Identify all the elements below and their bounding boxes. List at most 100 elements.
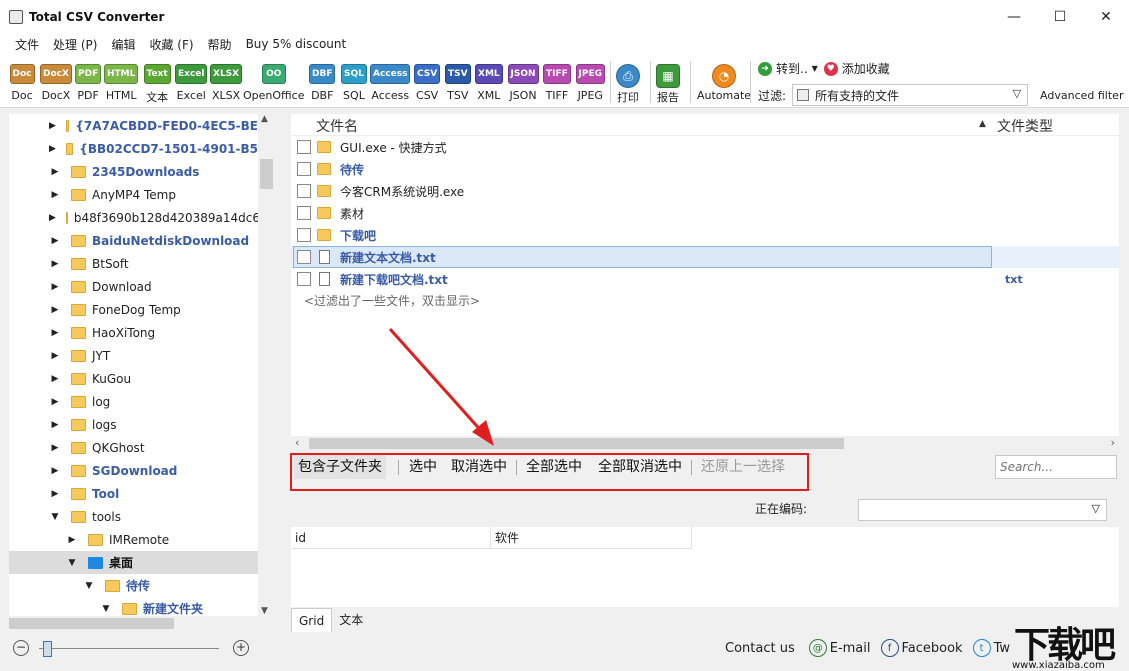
tree-item[interactable]: ▶ Tool <box>9 482 258 505</box>
tree-item[interactable]: ▶ BtSoft <box>9 252 258 275</box>
file-row[interactable]: 新建文本文档.txttxt <box>291 246 1119 268</box>
add-favorite-button[interactable]: 添加收藏 <box>842 60 890 77</box>
expanded-arrow-icon[interactable]: ▼ <box>83 581 95 591</box>
tree-item[interactable]: ▶ 2345Downloads <box>9 160 258 183</box>
menu-process[interactable]: 处理 (P) <box>46 36 104 53</box>
collapsed-arrow-icon[interactable]: ▶ <box>49 259 61 269</box>
file-row[interactable]: 待传 <box>291 158 1119 180</box>
scroll-down-icon[interactable]: ▼ <box>261 606 268 616</box>
tab-text[interactable]: 文本 <box>332 608 370 632</box>
file-checkbox[interactable] <box>297 250 311 264</box>
tree-item[interactable]: ▶ AnyMP4 Temp <box>9 183 258 206</box>
zoom-track[interactable] <box>39 648 219 649</box>
tree-item[interactable]: ▶ Download <box>9 275 258 298</box>
tree-item[interactable]: ▶ QKGhost <box>9 436 258 459</box>
collapsed-arrow-icon[interactable]: ▶ <box>49 374 61 384</box>
collapsed-arrow-icon[interactable]: ▶ <box>49 190 61 200</box>
file-list-horizontal-scrollbar[interactable]: ‹ › <box>291 436 1119 451</box>
maximize-button[interactable]: ☐ <box>1037 0 1083 33</box>
collapsed-arrow-icon[interactable]: ▶ <box>49 121 56 131</box>
advanced-filter-button[interactable]: Advanced filter <box>1040 89 1123 102</box>
menu-edit[interactable]: 编辑 <box>104 36 142 53</box>
filter-select[interactable]: 所有支持的文件 ▽ <box>792 84 1029 106</box>
file-checkbox[interactable] <box>297 206 311 220</box>
collapsed-arrow-icon[interactable]: ▶ <box>49 351 61 361</box>
tree-item[interactable]: ▶ SGDownload <box>9 459 258 482</box>
file-row[interactable]: GUI.exe - 快捷方式 <box>291 136 1119 158</box>
tab-grid[interactable]: Grid <box>291 608 333 632</box>
tree-item[interactable]: ▶ {7A7ACBDD-FED0-4EC5-BE <box>9 114 258 137</box>
collapsed-arrow-icon[interactable]: ▶ <box>49 420 61 430</box>
report-button[interactable]: ▦ 报告 <box>656 64 680 105</box>
collapsed-arrow-icon[interactable]: ▶ <box>49 213 56 223</box>
file-row[interactable]: 新建下载吧文档.txt txt <box>291 268 1119 290</box>
automate-button[interactable]: ◔ Automate <box>697 64 751 102</box>
grid-header-id[interactable]: id <box>291 527 491 549</box>
tree-item[interactable]: ▶ b48f3690b128d420389a14dc6 <box>9 206 258 229</box>
expanded-arrow-icon[interactable]: ▼ <box>49 512 61 522</box>
convert-doc-button[interactable]: Doc Doc <box>9 64 35 102</box>
zoom-out-icon[interactable]: − <box>13 640 29 656</box>
minimize-button[interactable]: — <box>991 0 1037 33</box>
tree-vertical-scrollbar[interactable]: ▲ ▼ <box>258 114 275 616</box>
file-checkbox[interactable] <box>297 272 311 286</box>
dropdown-arrow-icon[interactable]: ▼ <box>812 64 818 73</box>
convert-openoffice-button[interactable]: OO OpenOffice <box>243 64 305 102</box>
tree-item[interactable]: ▶ {BB02CCD7-1501-4901-B5 <box>9 137 258 160</box>
collapsed-arrow-icon[interactable]: ▶ <box>49 397 61 407</box>
tree-item[interactable]: ▼ tools <box>9 505 258 528</box>
scroll-right-icon[interactable]: › <box>1111 436 1115 449</box>
scroll-thumb[interactable] <box>9 618 174 629</box>
file-checkbox[interactable] <box>297 140 311 154</box>
tree-horizontal-scrollbar[interactable] <box>9 616 275 631</box>
file-row[interactable]: 素材 <box>291 202 1119 224</box>
scroll-thumb[interactable] <box>260 159 273 189</box>
print-button[interactable]: ⎙ 打印 <box>616 64 640 105</box>
convert--button[interactable]: Text 文本 <box>143 64 171 105</box>
collapsed-arrow-icon[interactable]: ▶ <box>49 167 61 177</box>
tree-item[interactable]: ▶ FoneDog Temp <box>9 298 258 321</box>
menu-favorites[interactable]: 收藏 (F) <box>142 36 200 53</box>
collapsed-arrow-icon[interactable]: ▶ <box>49 305 61 315</box>
tree-item[interactable]: ▶ log <box>9 390 258 413</box>
collapsed-arrow-icon[interactable]: ▶ <box>66 535 78 545</box>
tree-item[interactable]: ▶ HaoXiTong <box>9 321 258 344</box>
collapsed-arrow-icon[interactable]: ▶ <box>49 489 61 499</box>
close-button[interactable]: ✕ <box>1083 0 1129 33</box>
convert-excel-button[interactable]: Excel Excel <box>175 64 208 102</box>
tree-item[interactable]: ▶ IMRemote <box>9 528 258 551</box>
convert-access-button[interactable]: Access Access <box>370 64 411 102</box>
convert-dbf-button[interactable]: DBF DBF <box>309 64 336 102</box>
convert-xml-button[interactable]: XML XML <box>475 64 503 102</box>
convert-sql-button[interactable]: SQL SQL <box>341 64 367 102</box>
file-checkbox[interactable] <box>297 184 311 198</box>
scroll-thumb[interactable] <box>309 438 844 449</box>
tree-item[interactable]: ▼ 新建文件夹 <box>9 597 258 616</box>
collapsed-arrow-icon[interactable]: ▶ <box>49 282 61 292</box>
convert-xlsx-button[interactable]: XLSX XLSX <box>210 64 243 102</box>
collapsed-arrow-icon[interactable]: ▶ <box>49 443 61 453</box>
expanded-arrow-icon[interactable]: ▼ <box>66 558 78 568</box>
zoom-in-icon[interactable]: + <box>233 640 249 656</box>
zoom-slider-handle[interactable] <box>43 641 52 657</box>
encoding-select[interactable]: ▽ <box>858 499 1107 521</box>
collapsed-arrow-icon[interactable]: ▶ <box>49 236 61 246</box>
facebook-link[interactable]: f Facebook <box>880 639 963 657</box>
convert-docx-button[interactable]: DocX DocX <box>40 64 72 102</box>
tree-item[interactable]: ▶ logs <box>9 413 258 436</box>
column-header-type[interactable]: 文件类型 <box>997 116 1053 136</box>
search-input[interactable] <box>995 455 1117 479</box>
tree-item[interactable]: ▶ JYT <box>9 344 258 367</box>
tree-item[interactable]: ▼ 待传 <box>9 574 258 597</box>
collapsed-arrow-icon[interactable]: ▶ <box>49 144 56 154</box>
hidden-files-note[interactable]: <过滤出了一些文件，双击显示> <box>304 292 480 309</box>
file-row[interactable]: 今客CRM系统说明.exe <box>291 180 1119 202</box>
collapsed-arrow-icon[interactable]: ▶ <box>49 466 61 476</box>
folder-tree[interactable]: ▶ {7A7ACBDD-FED0-4EC5-BE ▶ {BB02CCD7-1501-4… <box>9 114 258 616</box>
menu-buy-discount[interactable]: Buy 5% discount <box>239 37 354 51</box>
convert-jpeg-button[interactable]: JPEG JPEG <box>575 64 605 102</box>
tree-item[interactable]: ▼ 桌面 <box>9 551 258 574</box>
goto-button[interactable]: 转到.. <box>776 60 808 77</box>
convert-json-button[interactable]: JSON JSON <box>507 64 539 102</box>
grid-header-software[interactable]: 软件 <box>491 527 692 549</box>
